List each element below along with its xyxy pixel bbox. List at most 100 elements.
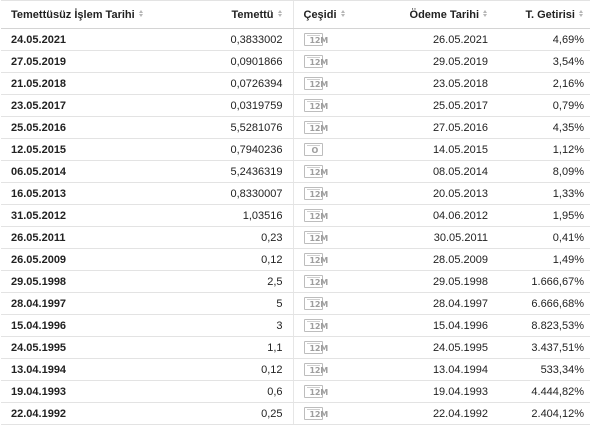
calendar-icon: 12M bbox=[303, 230, 328, 244]
dividend-amount-cell: 0,0901866 bbox=[171, 50, 293, 73]
dividend-type-label: 12M bbox=[309, 79, 329, 89]
dividend-amount-cell: 0,0726394 bbox=[171, 72, 293, 95]
table-row: 21.05.2018 0,0726394 12M 23.05.2018 2,16% bbox=[1, 72, 590, 95]
table-row: 24.05.2021 0,3833002 12M 26.05.2021 4,69% bbox=[1, 28, 590, 51]
calendar-icon: 12M bbox=[303, 318, 328, 332]
ex-dividend-date-cell: 29.05.1998 bbox=[1, 270, 171, 293]
dividend-amount-cell: 1,1 bbox=[171, 336, 293, 359]
column-header-yield[interactable]: T. Getirisi bbox=[498, 0, 590, 29]
dividend-type-cell: 12M bbox=[292, 226, 393, 249]
payment-date-cell: 22.04.1992 bbox=[393, 402, 498, 425]
column-header-dividend[interactable]: Temettü bbox=[171, 0, 293, 29]
dividend-yield-cell: 1,12% bbox=[498, 138, 590, 161]
dividend-amount-cell: 0,23 bbox=[171, 226, 293, 249]
dividend-amount-cell: 5,5281076 bbox=[171, 116, 293, 139]
calendar-icon: 12M bbox=[303, 98, 328, 112]
dividend-type-label: 12M bbox=[309, 321, 329, 331]
dividend-type-label: 12M bbox=[309, 409, 329, 419]
dividend-type-label: 12M bbox=[309, 123, 329, 133]
dividend-type-label: 12M bbox=[309, 189, 329, 199]
dividend-yield-cell: 2,16% bbox=[498, 72, 590, 95]
calendar-icon: 12M bbox=[303, 274, 328, 288]
dividend-yield-cell: 1,49% bbox=[498, 248, 590, 271]
dividend-type-label: 12M bbox=[309, 211, 329, 221]
table-row: 31.05.2012 1,03516 12M 04.06.2012 1,95% bbox=[1, 204, 590, 227]
dividend-history-table: Temettüsüz İşlem Tarihi Temettü Çeşidi Ö… bbox=[1, 0, 590, 425]
dividend-type-label: 12M bbox=[309, 365, 329, 375]
dividend-yield-cell: 1,33% bbox=[498, 182, 590, 205]
sort-icon[interactable] bbox=[138, 10, 144, 18]
dividend-yield-cell: 4,69% bbox=[498, 28, 590, 51]
dividend-yield-cell: 0,79% bbox=[498, 94, 590, 117]
dividend-type-cell: 12M bbox=[292, 182, 393, 205]
column-header-label: Temettüsüz İşlem Tarihi bbox=[11, 8, 135, 21]
ex-dividend-date-cell: 21.05.2018 bbox=[1, 72, 171, 95]
dividend-type-label: 12M bbox=[309, 35, 329, 45]
calendar-icon: 12M bbox=[303, 252, 328, 266]
table-row: 24.05.1995 1,1 12M 24.05.1995 3.437,51% bbox=[1, 336, 590, 359]
dividend-type-cell: 12M bbox=[292, 270, 393, 293]
dividend-type-cell: 12M bbox=[292, 336, 393, 359]
ex-dividend-date-cell: 15.04.1996 bbox=[1, 314, 171, 337]
table-body: 24.05.2021 0,3833002 12M 26.05.2021 4,69% 27.… bbox=[1, 28, 590, 425]
sort-icon[interactable] bbox=[340, 10, 346, 18]
dividend-type-cell: 12M bbox=[292, 380, 393, 403]
calendar-icon: 12M bbox=[303, 186, 328, 200]
dividend-yield-cell: 533,34% bbox=[498, 358, 590, 381]
table-row: 06.05.2014 5,2436319 12M 08.05.2014 8,09% bbox=[1, 160, 590, 183]
table-row: 26.05.2009 0,12 12M 28.05.2009 1,49% bbox=[1, 248, 590, 271]
payment-date-cell: 08.05.2014 bbox=[393, 160, 498, 183]
dividend-type-cell: 12M bbox=[292, 292, 393, 315]
dividend-type-label: 12M bbox=[309, 101, 329, 111]
dividend-amount-cell: 0,25 bbox=[171, 402, 293, 425]
column-header-label: Ödeme Tarihi bbox=[409, 8, 479, 21]
ex-dividend-date-cell: 27.05.2019 bbox=[1, 50, 171, 73]
dividend-yield-cell: 3,54% bbox=[498, 50, 590, 73]
dividend-type-cell: 12M bbox=[292, 358, 393, 381]
dividend-type-label: O bbox=[311, 145, 319, 155]
ex-dividend-date-cell: 06.05.2014 bbox=[1, 160, 171, 183]
dividend-type-cell: 12M bbox=[292, 248, 393, 271]
dividend-yield-cell: 2.404,12% bbox=[498, 402, 590, 425]
calendar-icon: 12M bbox=[303, 406, 328, 420]
calendar-icon: 12M bbox=[303, 32, 328, 46]
dividend-type-label: 12M bbox=[309, 233, 329, 243]
calendar-icon: 12M bbox=[303, 164, 328, 178]
dividend-amount-cell: 2,5 bbox=[171, 270, 293, 293]
calendar-icon: 12M bbox=[303, 362, 328, 376]
dividend-type-label: 12M bbox=[309, 299, 329, 309]
table-row: 22.04.1992 0,25 12M 22.04.1992 2.404,12% bbox=[1, 402, 590, 425]
table-row: 13.04.1994 0,12 12M 13.04.1994 533,34% bbox=[1, 358, 590, 381]
calendar-icon: O bbox=[303, 142, 323, 156]
dividend-type-cell: 12M bbox=[292, 50, 393, 73]
payment-date-cell: 24.05.1995 bbox=[393, 336, 498, 359]
payment-date-cell: 26.05.2021 bbox=[393, 28, 498, 51]
sort-icon[interactable] bbox=[277, 10, 283, 18]
dividend-amount-cell: 0,8330007 bbox=[171, 182, 293, 205]
column-header-type[interactable]: Çeşidi bbox=[292, 0, 393, 29]
payment-date-cell: 29.05.2019 bbox=[393, 50, 498, 73]
payment-date-cell: 14.05.2015 bbox=[393, 138, 498, 161]
ex-dividend-date-cell: 31.05.2012 bbox=[1, 204, 171, 227]
sort-icon[interactable] bbox=[483, 10, 488, 18]
payment-date-cell: 13.04.1994 bbox=[393, 358, 498, 381]
ex-dividend-date-cell: 13.04.1994 bbox=[1, 358, 171, 381]
dividend-amount-cell: 1,03516 bbox=[171, 204, 293, 227]
dividend-type-cell: 12M bbox=[292, 160, 393, 183]
column-header-payment-date[interactable]: Ödeme Tarihi bbox=[393, 0, 498, 29]
payment-date-cell: 29.05.1998 bbox=[393, 270, 498, 293]
ex-dividend-date-cell: 24.05.1995 bbox=[1, 336, 171, 359]
payment-date-cell: 20.05.2013 bbox=[393, 182, 498, 205]
dividend-type-label: 12M bbox=[309, 255, 329, 265]
calendar-icon: 12M bbox=[303, 208, 328, 222]
dividend-amount-cell: 0,3833002 bbox=[171, 28, 293, 51]
table-row: 26.05.2011 0,23 12M 30.05.2011 0,41% bbox=[1, 226, 590, 249]
dividend-yield-cell: 4.444,82% bbox=[498, 380, 590, 403]
dividend-amount-cell: 5 bbox=[171, 292, 293, 315]
calendar-icon: 12M bbox=[303, 384, 328, 398]
sort-icon[interactable] bbox=[579, 10, 584, 18]
dividend-amount-cell: 0,7940236 bbox=[171, 138, 293, 161]
dividend-amount-cell: 0,0319759 bbox=[171, 94, 293, 117]
column-header-ex-dividend-date[interactable]: Temettüsüz İşlem Tarihi bbox=[1, 0, 171, 29]
dividend-yield-cell: 8.823,53% bbox=[498, 314, 590, 337]
